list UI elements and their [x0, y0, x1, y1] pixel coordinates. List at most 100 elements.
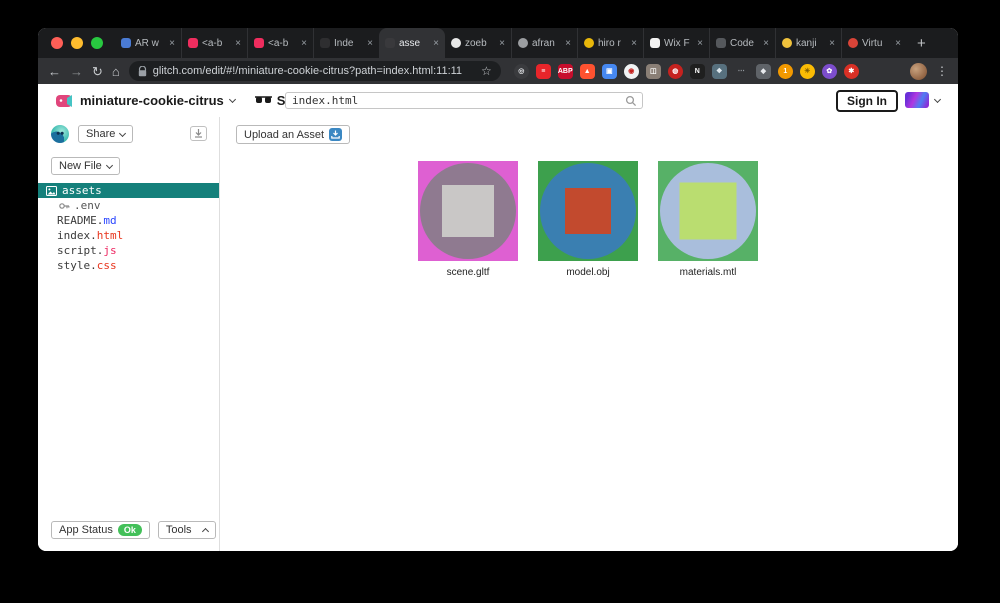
- file-item-script[interactable]: script. js: [38, 243, 219, 258]
- project-name[interactable]: miniature-cookie-citrus: [80, 93, 224, 108]
- reload-button[interactable]: ↻: [92, 65, 103, 78]
- image-icon: [46, 185, 57, 196]
- tab-favicon: [320, 38, 330, 48]
- url-bar[interactable]: glitch.com/edit/#!/miniature-cookie-citr…: [128, 61, 501, 81]
- app-status-button[interactable]: App Status Ok: [51, 521, 150, 539]
- lock-icon: [138, 65, 146, 76]
- browser-toolbar: ← → ↻ ⌂ glitch.com/edit/#!/miniature-coo…: [38, 58, 958, 84]
- asset-thumbnail: [418, 161, 518, 261]
- extension-icon[interactable]: ABP: [557, 63, 573, 79]
- browser-tab[interactable]: afran ×: [511, 28, 577, 58]
- sunglasses-icon: [254, 96, 272, 103]
- asset-item[interactable]: scene.gltf: [418, 161, 518, 278]
- share-button-label: Share: [86, 128, 116, 140]
- extension-icon[interactable]: ▣: [601, 63, 617, 79]
- extension-icon[interactable]: ◫: [645, 63, 661, 79]
- tab-close-icon[interactable]: ×: [301, 38, 307, 49]
- file-item-env[interactable]: .env: [38, 198, 219, 213]
- file-extension: md: [103, 214, 117, 227]
- tools-button[interactable]: Tools: [157, 521, 216, 539]
- glitch-logo-icon: [56, 94, 72, 107]
- app-status-badge: Ok: [117, 524, 142, 536]
- tab-close-icon[interactable]: ×: [763, 38, 769, 49]
- tab-close-icon[interactable]: ×: [235, 38, 241, 49]
- tab-title: <a-b: [202, 37, 223, 49]
- tab-close-icon[interactable]: ×: [895, 38, 901, 49]
- share-button[interactable]: Share: [78, 125, 134, 143]
- close-window-button[interactable]: [51, 37, 63, 49]
- file-item-index[interactable]: index. html: [38, 228, 219, 243]
- browser-tab[interactable]: Code ×: [709, 28, 775, 58]
- new-file-button-label: New File: [59, 160, 102, 172]
- asset-filename: scene.gltf: [446, 267, 490, 278]
- extension-icon[interactable]: ❖: [711, 63, 727, 79]
- tab-close-icon[interactable]: ×: [697, 38, 703, 49]
- upload-asset-button[interactable]: Upload an Asset: [236, 125, 351, 144]
- maximize-window-button[interactable]: [91, 37, 103, 49]
- browser-tab[interactable]: zoeb ×: [445, 28, 511, 58]
- file-search-box: [285, 92, 643, 109]
- tab-close-icon[interactable]: ×: [499, 38, 505, 49]
- tab-favicon: [451, 38, 461, 48]
- asset-item[interactable]: model.obj: [538, 161, 638, 278]
- file-item-readme[interactable]: README. md: [38, 213, 219, 228]
- new-file-button[interactable]: New File: [51, 157, 120, 175]
- minimize-window-button[interactable]: [71, 37, 83, 49]
- extension-icon[interactable]: N: [689, 63, 705, 79]
- browser-tab[interactable]: kanji ×: [775, 28, 841, 58]
- browser-tab[interactable]: Virtu ×: [841, 28, 907, 58]
- back-button[interactable]: ←: [48, 65, 61, 78]
- tab-close-icon[interactable]: ×: [433, 38, 439, 49]
- extension-icon[interactable]: ≡: [535, 63, 551, 79]
- extension-icon[interactable]: ◍: [667, 63, 683, 79]
- window-controls: [51, 28, 103, 58]
- browser-tab[interactable]: Wix F ×: [643, 28, 709, 58]
- extension-icon[interactable]: ☀: [799, 63, 815, 79]
- file-extension: css: [96, 259, 117, 272]
- extension-icon[interactable]: ✱: [843, 63, 859, 79]
- forward-button[interactable]: →: [70, 65, 83, 78]
- rewind-button[interactable]: [190, 126, 207, 141]
- chevron-down-icon: [933, 95, 942, 103]
- tab-close-icon[interactable]: ×: [631, 38, 637, 49]
- browser-tab[interactable]: <a-b ×: [247, 28, 313, 58]
- browser-menu-icon[interactable]: ⋮: [936, 64, 948, 78]
- extension-icon[interactable]: ✿: [821, 63, 837, 79]
- browser-tab[interactable]: hiro r ×: [577, 28, 643, 58]
- tab-close-icon[interactable]: ×: [565, 38, 571, 49]
- file-item-assets[interactable]: assets: [38, 183, 219, 198]
- account-menu[interactable]: [905, 92, 942, 108]
- tab-favicon: [584, 38, 594, 48]
- tab-close-icon[interactable]: ×: [829, 38, 835, 49]
- bookmark-star-icon[interactable]: ☆: [481, 64, 492, 78]
- project-avatar[interactable]: [51, 125, 69, 143]
- extension-icon[interactable]: ◆: [755, 63, 771, 79]
- browser-tab[interactable]: <a-b ×: [181, 28, 247, 58]
- extension-icon[interactable]: ⋯: [734, 64, 749, 79]
- extension-icon[interactable]: ◉: [623, 63, 639, 79]
- tab-close-icon[interactable]: ×: [169, 38, 175, 49]
- browser-tab-active[interactable]: asse ×: [379, 28, 445, 58]
- upload-tray-icon: [329, 128, 343, 141]
- extension-icon[interactable]: 1: [777, 63, 793, 79]
- file-item-style[interactable]: style. css: [38, 258, 219, 273]
- new-tab-button[interactable]: +: [917, 35, 926, 52]
- user-avatar: [905, 92, 929, 108]
- arrow-down-to-line-icon: [195, 129, 202, 138]
- tab-favicon: [782, 38, 792, 48]
- tab-title: <a-b: [268, 37, 289, 49]
- home-button[interactable]: ⌂: [112, 65, 120, 78]
- file-search-input[interactable]: [286, 93, 625, 108]
- sign-in-button[interactable]: Sign In: [836, 90, 898, 112]
- file-sidebar: Share New File assets .env README. md in…: [38, 117, 220, 551]
- tab-close-icon[interactable]: ×: [367, 38, 373, 49]
- browser-tab[interactable]: Inde ×: [313, 28, 379, 58]
- tab-title: zoeb: [465, 37, 487, 49]
- browser-tab[interactable]: AR w ×: [115, 28, 181, 58]
- file-name: .env: [74, 199, 101, 212]
- key-icon: [59, 202, 70, 209]
- extension-icon[interactable]: ▲: [579, 63, 595, 79]
- asset-item[interactable]: materials.mtl: [658, 161, 758, 278]
- extension-icon[interactable]: ◎: [513, 63, 529, 79]
- browser-profile-avatar[interactable]: [910, 62, 927, 80]
